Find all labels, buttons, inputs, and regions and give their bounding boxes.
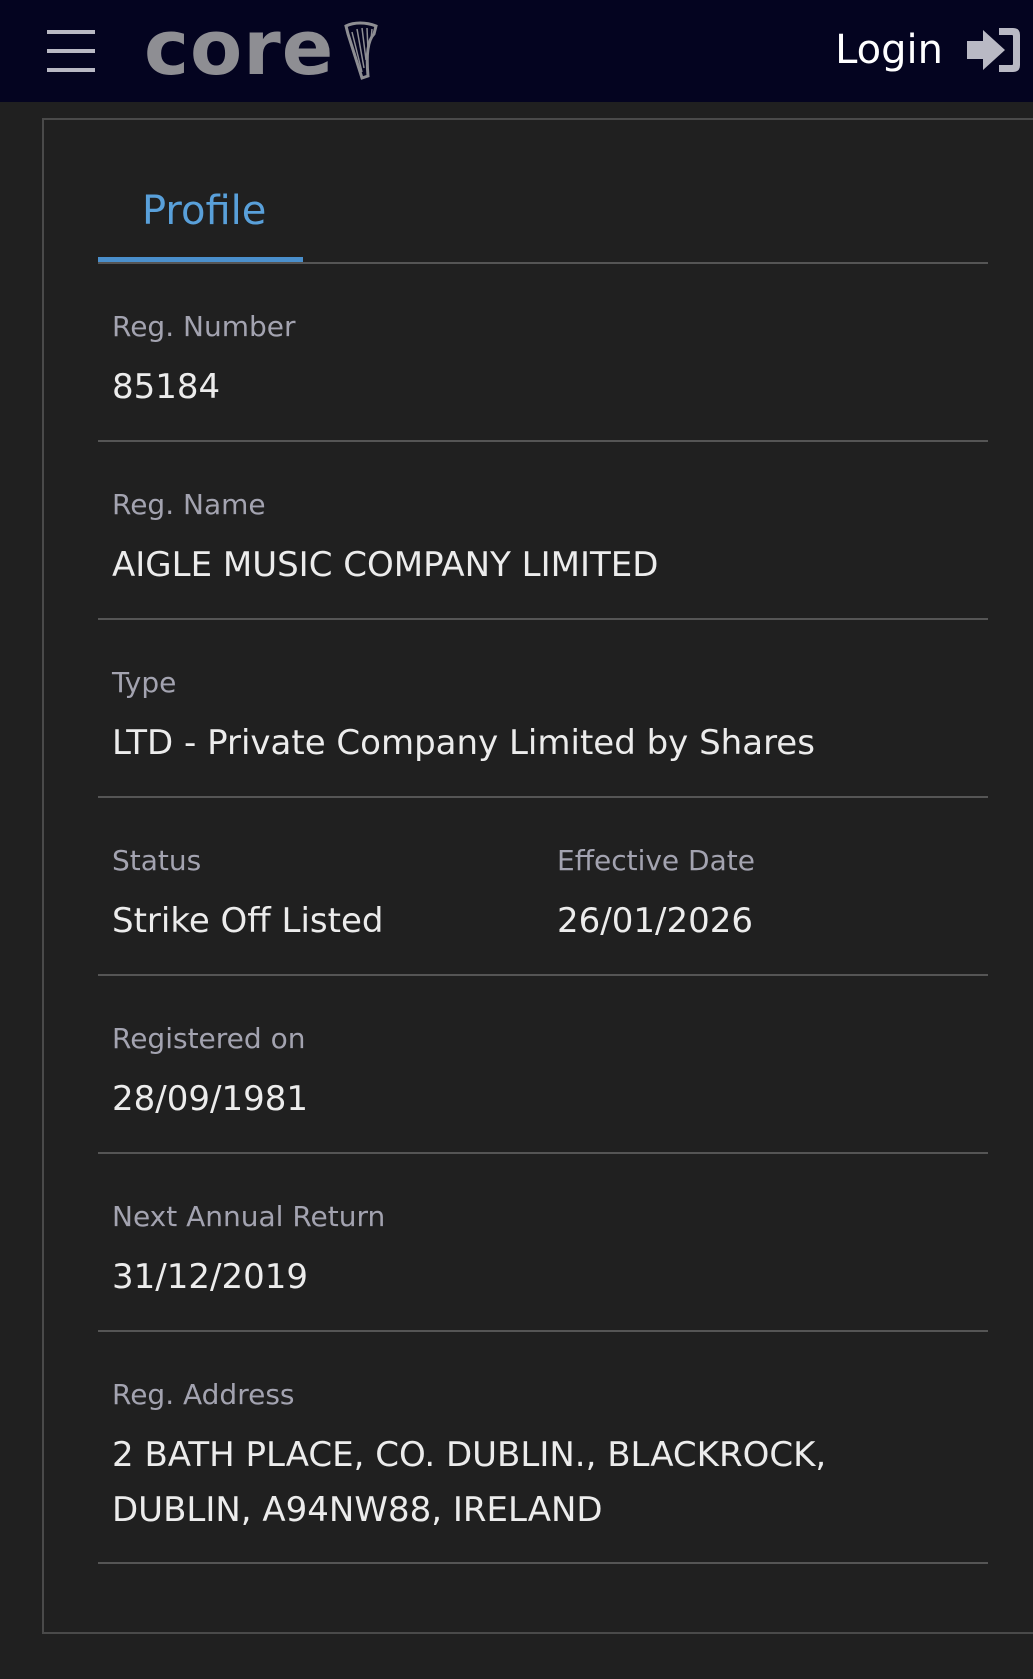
- reg-number-field: Reg. Number 85184: [98, 264, 988, 442]
- type-value: LTD - Private Company Limited by Shares: [112, 723, 815, 763]
- status-row: Status Strike Off Listed Effective Date …: [98, 798, 988, 976]
- reg-number-label: Reg. Number: [112, 310, 296, 343]
- hamburger-menu-icon[interactable]: [47, 28, 95, 74]
- reg-address-line-2: DUBLIN, A94NW88, IRELAND: [112, 1490, 603, 1530]
- next-annual-return-field: Next Annual Return 31/12/2019: [98, 1154, 988, 1332]
- reg-name-value: AIGLE MUSIC COMPANY LIMITED: [112, 545, 659, 585]
- menu-line: [47, 49, 95, 53]
- effective-date-label: Effective Date: [557, 844, 755, 877]
- tab-profile-label: Profile: [142, 188, 267, 234]
- harp-icon: [344, 21, 379, 80]
- effective-date-value: 26/01/2026: [557, 901, 753, 941]
- sign-in-icon: [967, 28, 1020, 72]
- login-label: Login: [835, 27, 943, 73]
- type-field: Type LTD - Private Company Limited by Sh…: [98, 620, 988, 798]
- top-navigation-bar: core Login: [0, 0, 1033, 102]
- status-value: Strike Off Listed: [112, 901, 384, 941]
- registered-on-value: 28/09/1981: [112, 1079, 308, 1119]
- next-annual-return-value: 31/12/2019: [112, 1257, 308, 1297]
- reg-address-label: Reg. Address: [112, 1378, 295, 1411]
- logo-wordmark: core: [144, 3, 335, 92]
- reg-address-line-1: 2 BATH PLACE, CO. DUBLIN., BLACKROCK,: [112, 1435, 827, 1475]
- menu-line: [47, 30, 95, 34]
- company-profile-card: Profile Reg. Number 85184 Reg. Name AIGL…: [42, 118, 1033, 1634]
- tab-bar: Profile: [98, 178, 988, 264]
- reg-address-field: Reg. Address 2 BATH PLACE, CO. DUBLIN., …: [98, 1332, 988, 1564]
- reg-name-field: Reg. Name AIGLE MUSIC COMPANY LIMITED: [98, 442, 988, 620]
- registered-on-label: Registered on: [112, 1022, 306, 1055]
- registered-on-field: Registered on 28/09/1981: [98, 976, 988, 1154]
- type-label: Type: [112, 666, 177, 699]
- reg-name-label: Reg. Name: [112, 488, 266, 521]
- login-button[interactable]: Login: [835, 20, 1023, 80]
- core-logo[interactable]: core: [144, 3, 382, 92]
- status-label: Status: [112, 844, 202, 877]
- next-annual-return-label: Next Annual Return: [112, 1200, 386, 1233]
- tab-profile[interactable]: Profile: [98, 178, 303, 262]
- menu-line: [47, 68, 95, 72]
- reg-number-value: 85184: [112, 367, 221, 407]
